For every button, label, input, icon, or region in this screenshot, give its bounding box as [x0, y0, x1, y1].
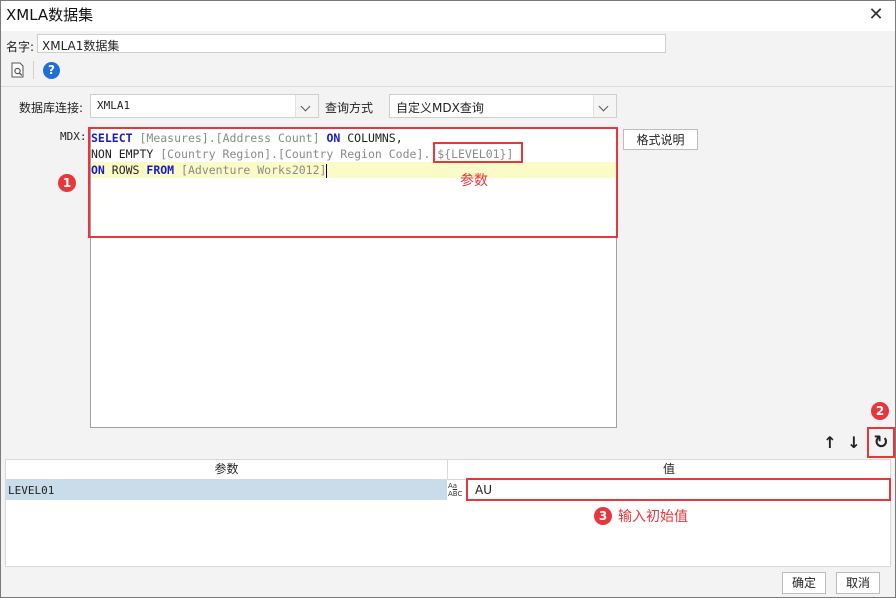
column-header-value: 值: [448, 460, 890, 480]
format-help-button[interactable]: 格式说明: [623, 129, 698, 150]
name-label: 名字:: [6, 40, 35, 54]
mdx-label: MDX:: [60, 130, 87, 143]
query-mode-select[interactable]: 自定义MDX查询: [389, 94, 617, 118]
name-input-value: XMLA1数据集: [42, 39, 120, 53]
toolbar-separator: [1, 86, 894, 87]
type-switch-icon[interactable]: Aa ABC: [448, 480, 466, 500]
title-bar: [1, 1, 895, 31]
toolbar-divider: [33, 61, 34, 79]
preview-icon[interactable]: [11, 62, 25, 78]
connection-label: 数据库连接:: [19, 101, 84, 115]
param-name-cell: LEVEL01: [8, 484, 55, 497]
name-input[interactable]: XMLA1数据集: [37, 34, 666, 53]
connection-select[interactable]: XMLA1: [90, 94, 319, 118]
annotation-badge-3: 3: [594, 507, 612, 525]
refresh-icon[interactable]: ↻: [869, 432, 893, 454]
annotation-input-note: 输入初始值: [618, 509, 688, 525]
move-down-icon[interactable]: ↓: [846, 433, 862, 453]
chevron-down-icon[interactable]: [593, 95, 616, 117]
annotation-box-parameter: [433, 142, 523, 163]
chevron-down-icon[interactable]: [295, 95, 318, 117]
cancel-button[interactable]: 取消: [836, 572, 880, 594]
connection-select-value: XMLA1: [97, 99, 131, 112]
param-value-text: AU: [475, 483, 492, 497]
annotation-badge-2: 2: [871, 402, 889, 420]
parameter-table: 参数 值 LEVEL01 Aa ABC: [5, 459, 891, 567]
annotation-box-query: [88, 127, 618, 238]
close-icon[interactable]: ✕: [862, 2, 890, 28]
move-up-icon[interactable]: ↑: [822, 433, 838, 453]
annotation-badge-1: 1: [58, 174, 76, 192]
query-mode-select-value: 自定义MDX查询: [396, 101, 484, 115]
param-value-input[interactable]: AU: [466, 478, 891, 501]
column-header-param: 参数: [6, 460, 448, 480]
query-mode-label: 查询方式: [325, 101, 374, 115]
help-icon[interactable]: ?: [43, 62, 60, 79]
annotation-param-note: 参数: [460, 173, 488, 189]
ok-button[interactable]: 确定: [782, 572, 826, 594]
window-title: XMLA数据集: [6, 6, 94, 24]
table-row[interactable]: [6, 480, 447, 500]
